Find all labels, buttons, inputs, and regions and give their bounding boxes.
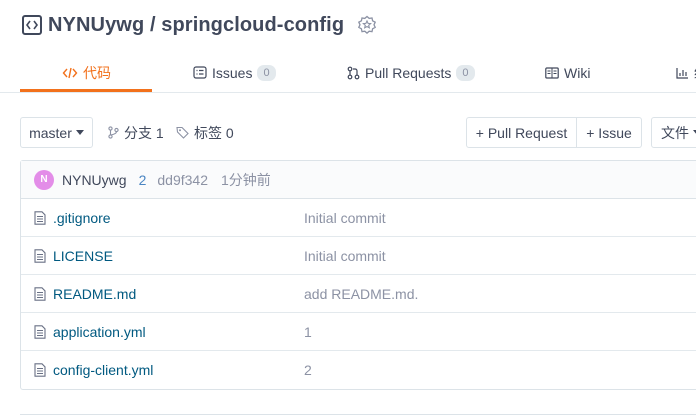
issues-icon [193,66,207,79]
repo-header: NYNUywg / springcloud-config [22,12,378,38]
branch-select-label: master [29,124,72,141]
file-icon [34,287,46,301]
tags-label: 标签 0 [194,124,234,141]
file-commit-message[interactable]: Initial commit [304,248,386,264]
file-icon [34,211,46,225]
file-menu-button[interactable]: 文件 [651,117,696,148]
recommend-badge-icon[interactable] [356,14,378,36]
file-row: README.md add README.md. [21,275,696,313]
new-issue-button[interactable]: + Issue [576,117,642,148]
tags-link[interactable]: 标签 0 [176,117,234,148]
file-commit-message[interactable]: 1 [304,324,312,340]
file-commit-message[interactable]: 2 [304,362,312,378]
code-icon [62,67,78,79]
divider [20,414,696,419]
file-commit-message[interactable]: Initial commit [304,210,386,226]
repo-tabs: 代码 Issues 0 Pull Requests 0 Wiki 统 [0,52,696,93]
file-name-link[interactable]: .gitignore [53,210,111,226]
latest-commit-bar: N NYNUywg 2 dd9f342 1分钟前 [21,161,696,199]
repo-separator: / [144,13,162,36]
repo-name[interactable]: springcloud-config [161,14,344,36]
file-row: LICENSE Initial commit [21,237,696,275]
tab-issues[interactable]: Issues 0 [193,52,276,93]
file-menu-label: 文件 [661,124,689,141]
file-name-link[interactable]: config-client.yml [53,362,153,378]
file-row: application.yml 1 [21,313,696,351]
branches-link[interactable]: 分支 1 [108,117,164,148]
file-icon [34,249,46,263]
file-name-link[interactable]: LICENSE [53,248,113,264]
branch-icon [108,126,119,139]
wiki-icon [545,66,559,79]
tab-pull-requests[interactable]: Pull Requests 0 [347,52,475,93]
commit-time: 1分钟前 [220,171,271,188]
tab-pull-requests-label: Pull Requests [365,64,452,81]
file-commit-message[interactable]: add README.md. [304,286,418,302]
file-icon [34,325,46,339]
pull-request-icon [347,66,360,80]
commit-count[interactable]: 2 [139,172,147,188]
commit-sha[interactable]: dd9f342 [157,172,208,188]
file-icon [34,363,46,377]
new-issue-label: + Issue [586,124,632,141]
new-pull-request-label: + Pull Request [475,124,568,141]
pull-requests-count-badge: 0 [456,64,475,81]
file-name-link[interactable]: README.md [53,286,136,302]
file-list: N NYNUywg 2 dd9f342 1分钟前 .gitignore Initi… [20,160,696,390]
chevron-down-icon [75,130,84,135]
file-name-link[interactable]: application.yml [53,324,146,340]
issues-count-badge: 0 [257,64,276,81]
active-tab-indicator [20,89,152,92]
file-row: config-client.yml 2 [21,351,696,389]
commit-author[interactable]: NYNUywg [62,172,127,188]
repo-code-icon [22,15,42,35]
tab-wiki-label: Wiki [564,64,591,81]
tab-code[interactable]: 代码 [62,52,111,93]
branches-label: 分支 1 [124,124,164,141]
stats-icon [676,67,689,79]
tab-stats[interactable]: 统 [676,52,696,93]
tag-icon [176,126,189,139]
tab-code-label: 代码 [83,64,111,81]
repo-owner[interactable]: NYNUywg [48,14,144,36]
repo-title[interactable]: NYNUywg / springcloud-config [48,14,344,37]
tab-wiki[interactable]: Wiki [545,52,590,93]
file-row: .gitignore Initial commit [21,199,696,237]
avatar[interactable]: N [34,169,54,190]
branch-select[interactable]: master [20,117,93,148]
new-pull-request-button[interactable]: + Pull Request [466,117,577,148]
tab-issues-label: Issues [212,64,253,81]
